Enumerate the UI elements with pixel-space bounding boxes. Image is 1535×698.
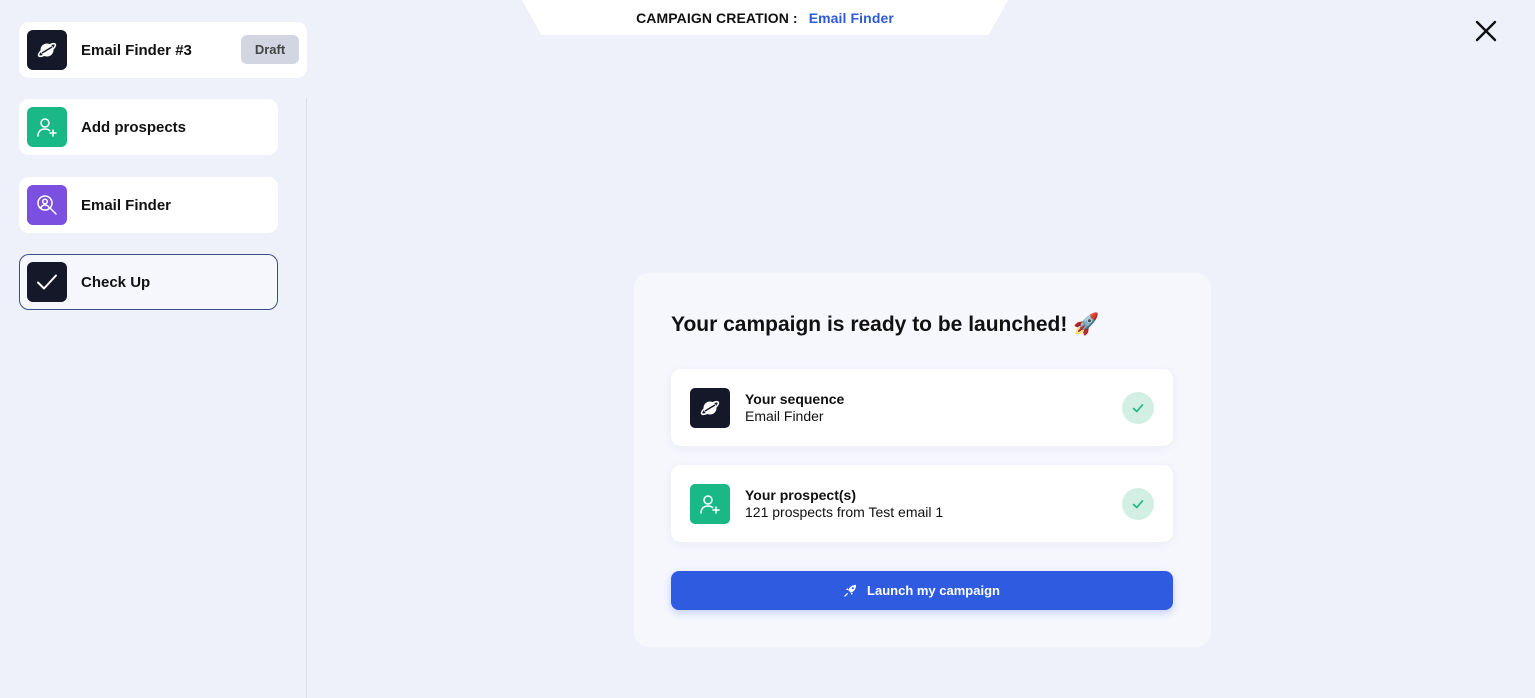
close-button[interactable] bbox=[1470, 15, 1502, 47]
campaign-type-label: Email Finder bbox=[808, 9, 894, 26]
checkup-card: Your campaign is ready to be launched! 🚀… bbox=[634, 273, 1211, 647]
page-title: Your campaign is ready to be launched! 🚀 bbox=[671, 313, 1100, 336]
user-plus-icon bbox=[27, 107, 67, 147]
campaign-creation-screen: CAMPAIGN CREATION : Email Finder Email F… bbox=[0, 0, 1535, 698]
sidebar-item-label: Email Finder bbox=[81, 196, 172, 214]
sequence-title: Your sequence bbox=[745, 390, 845, 407]
search-user-icon bbox=[27, 185, 67, 225]
user-plus-icon bbox=[690, 483, 730, 524]
sidebar-item-check-up[interactable]: Check Up bbox=[19, 254, 278, 310]
sidebar-item-add-prospects[interactable]: Add prospects bbox=[19, 99, 278, 155]
prospects-value: 121 prospects from Test email 1 bbox=[745, 503, 944, 520]
check-icon bbox=[1122, 488, 1154, 520]
sequence-value: Email Finder bbox=[745, 407, 824, 424]
planet-icon bbox=[690, 387, 730, 428]
campaign-name: Email Finder #3 bbox=[81, 41, 192, 59]
sidebar-item-label: Add prospects bbox=[81, 118, 187, 136]
planet-icon bbox=[27, 30, 67, 70]
close-icon bbox=[1475, 20, 1497, 42]
sidebar-item-label: Check Up bbox=[81, 273, 151, 291]
prospects-title: Your prospect(s) bbox=[745, 486, 856, 503]
status-badge: Draft bbox=[241, 35, 299, 64]
sidebar-divider bbox=[306, 98, 307, 698]
sequence-check-item: Your sequence Email Finder bbox=[671, 369, 1173, 446]
sidebar-item-email-finder[interactable]: Email Finder bbox=[19, 177, 278, 233]
rocket-icon bbox=[844, 584, 857, 597]
campaign-creation-tab: CAMPAIGN CREATION : Email Finder bbox=[522, 0, 1008, 35]
launch-campaign-button[interactable]: Launch my campaign bbox=[671, 571, 1173, 610]
launch-campaign-label: Launch my campaign bbox=[867, 583, 1000, 598]
prospects-check-item: Your prospect(s) 121 prospects from Test… bbox=[671, 465, 1173, 542]
campaign-creation-label: CAMPAIGN CREATION : bbox=[636, 9, 798, 26]
check-icon bbox=[1122, 392, 1154, 424]
check-icon bbox=[27, 262, 67, 302]
campaign-header-card[interactable]: Email Finder #3 Draft bbox=[19, 22, 307, 78]
